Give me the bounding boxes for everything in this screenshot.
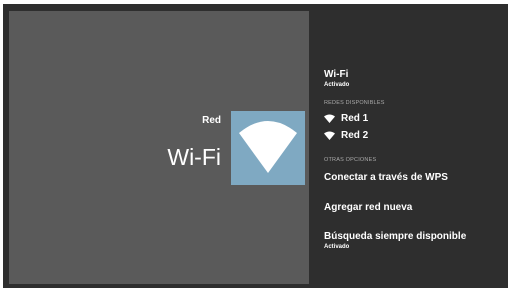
hero-subtitle: Red (202, 115, 221, 126)
menu-item-wps[interactable]: Conectar a través de WPS (324, 172, 448, 183)
hero-panel: Red Wi-Fi (9, 11, 309, 284)
wifi-status: Activado (324, 82, 350, 88)
network-item-red-1[interactable]: Red 1 (324, 111, 494, 125)
other-options-header: OTRAS OPCIONES (324, 157, 377, 163)
always-scan-status: Activado (324, 244, 350, 250)
network-label: Red 2 (341, 129, 369, 141)
wifi-label: Wi-Fi (324, 69, 349, 80)
network-label: Red 1 (341, 112, 369, 124)
wifi-icon (239, 121, 297, 173)
hero-icon-tile (231, 111, 305, 185)
available-networks-header: REDES DISPONIBLES (324, 100, 385, 106)
hero-title: Wi-Fi (167, 144, 221, 170)
screen: Red Wi-Fi Wi-Fi Activado REDES DISPONIBL… (0, 0, 511, 292)
wifi-icon (324, 131, 335, 140)
settings-menu: Wi-Fi Activado REDES DISPONIBLES Red 1 R… (309, 11, 500, 284)
wifi-icon (324, 114, 335, 123)
menu-item-add-network[interactable]: Agregar red nueva (324, 202, 412, 213)
network-item-red-2[interactable]: Red 2 (324, 128, 494, 142)
always-scan-label: Búsqueda siempre disponible (324, 231, 467, 242)
